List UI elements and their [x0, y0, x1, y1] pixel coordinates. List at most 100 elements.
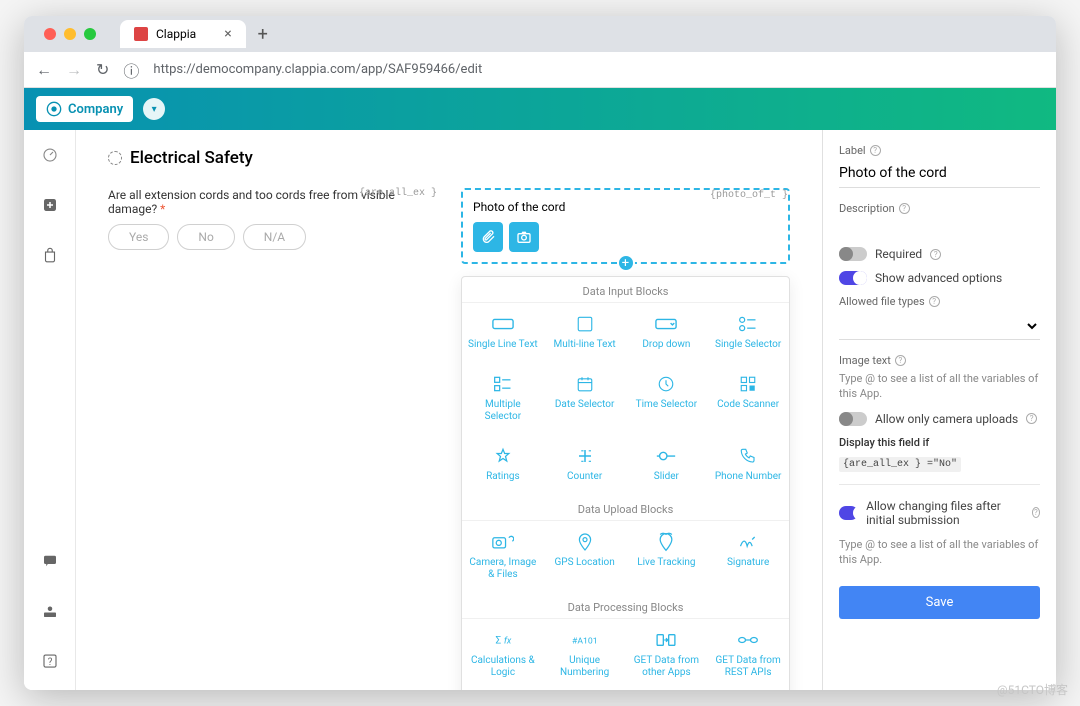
palette-section-title: Data Upload Blocks [462, 495, 789, 521]
palette-item-get-rest-apis[interactable]: GET Data from REST APIs [707, 619, 789, 690]
chevron-down-icon: ▾ [152, 104, 157, 115]
attach-file-button[interactable] [473, 222, 503, 252]
new-tab-button[interactable]: + [258, 24, 268, 45]
option-no[interactable]: No [177, 224, 234, 250]
palette-item-ratings[interactable]: Ratings [462, 435, 544, 495]
section-title: Electrical Safety [108, 148, 790, 168]
palette-item-signature[interactable]: Signature [707, 521, 789, 593]
properties-panel: Label? Description? Required ? Show adva… [822, 130, 1056, 690]
palette-item-calculations-logic[interactable]: ΣfxCalculations & Logic [462, 619, 544, 690]
allow-change-toggle-row[interactable]: Allow changing files after initial submi… [839, 499, 1040, 527]
ratings-icon [466, 445, 540, 467]
palette-item-unique-numbering[interactable]: #A101Unique Numbering [544, 619, 626, 690]
site-info-icon[interactable]: ⓘ [123, 58, 139, 82]
advanced-toggle-row[interactable]: Show advanced options [839, 271, 1040, 285]
help-icon[interactable]: ? [930, 249, 941, 260]
display-if-value: {are_all_ex } ="No" [839, 457, 961, 472]
label-heading: Label? [839, 144, 1040, 157]
company-label: Company [68, 102, 123, 117]
palette-item-drop-down[interactable]: Drop down [626, 303, 708, 363]
help-icon[interactable]: ? [1026, 413, 1037, 424]
palette-item-code-scanner[interactable]: Code Scanner [707, 363, 789, 435]
window-maximize-icon[interactable] [84, 28, 96, 40]
browser-tab-strip: Clappia × + [24, 16, 1056, 52]
option-yes[interactable]: Yes [108, 224, 169, 250]
watermark: @51CTO博客 [997, 681, 1068, 698]
palette-item-label: Date Selector [548, 399, 622, 411]
selected-field-card[interactable]: {photo_of_t } Photo of the cord + [461, 188, 790, 264]
only-camera-toggle-row[interactable]: Allow only camera uploads ? [839, 412, 1040, 426]
multiple-selector-icon [466, 373, 540, 395]
palette-item-multiple-selector[interactable]: Multiple Selector [462, 363, 544, 435]
option-na[interactable]: N/A [243, 224, 306, 250]
palette-item-date-selector[interactable]: Date Selector [544, 363, 626, 435]
main-content: Electrical Safety {are_all_ex } Are all … [76, 130, 822, 690]
help-icon[interactable]: ? [899, 203, 910, 214]
palette-item-phone-number[interactable]: Phone Number [707, 435, 789, 495]
single-line-text-icon [466, 313, 540, 335]
field-cords-damage[interactable]: {are_all_ex } Are all extension cords an… [108, 188, 437, 690]
palette-item-label: Single Selector [711, 339, 785, 351]
browser-tab[interactable]: Clappia × [120, 20, 246, 48]
nav-user-icon[interactable] [40, 602, 60, 624]
blocks-palette: Data Input BlocksSingle Line TextMulti-l… [461, 276, 790, 690]
display-if-heading: Display this field if [839, 436, 1040, 449]
help-icon[interactable]: ? [929, 296, 940, 307]
company-badge[interactable]: Company [36, 96, 133, 122]
palette-item-camera-image-files[interactable]: Camera, Image & Files [462, 521, 544, 593]
palette-item-single-selector[interactable]: Single Selector [707, 303, 789, 363]
address-bar[interactable]: https://democompany.clappia.com/app/SAF9… [153, 62, 1044, 77]
favicon-icon [134, 27, 148, 41]
help-icon[interactable]: ? [895, 355, 906, 366]
tab-close-icon[interactable]: × [224, 26, 231, 42]
palette-item-live-tracking[interactable]: Live Tracking [626, 521, 708, 593]
header-dropdown[interactable]: ▾ [143, 98, 165, 120]
svg-text:fx: fx [504, 636, 512, 646]
palette-item-get-other-apps[interactable]: GET Data from other Apps [626, 619, 708, 690]
palette-item-single-line-text[interactable]: Single Line Text [462, 303, 544, 363]
palette-item-label: GPS Location [548, 557, 622, 569]
time-selector-icon [630, 373, 704, 395]
multi-line-text-icon [548, 313, 622, 335]
camera-button[interactable] [509, 222, 539, 252]
save-button[interactable]: Save [839, 586, 1040, 619]
browser-toolbar: ← → ↻ ⓘ https://democompany.clappia.com/… [24, 52, 1056, 88]
section-toggle-icon[interactable] [108, 151, 122, 165]
help-icon[interactable]: ? [1032, 507, 1040, 518]
nav-add-icon[interactable] [40, 196, 60, 218]
nav-reload-icon[interactable]: ↻ [96, 60, 109, 79]
sidebar-nav: ? [24, 130, 76, 690]
allowed-types-select[interactable] [839, 312, 1040, 340]
palette-item-multi-line-text[interactable]: Multi-line Text [544, 303, 626, 363]
calculations-logic-icon: Σfx [466, 629, 540, 651]
field-tag: {are_all_ex } [359, 188, 437, 199]
live-tracking-icon [630, 531, 704, 553]
section-title-text: Electrical Safety [130, 148, 253, 168]
palette-item-label: Time Selector [630, 399, 704, 411]
palette-section-title: Data Input Blocks [462, 277, 789, 303]
palette-item-counter[interactable]: Counter [544, 435, 626, 495]
palette-item-time-selector[interactable]: Time Selector [626, 363, 708, 435]
image-text-hint: Type @ to see a list of all the variable… [839, 371, 1040, 402]
palette-item-label: Multiple Selector [466, 399, 540, 423]
target-icon [46, 101, 62, 117]
required-toggle-row[interactable]: Required ? [839, 247, 1040, 261]
add-block-below-button[interactable]: + [617, 254, 635, 272]
window-close-icon[interactable] [44, 28, 56, 40]
help-icon[interactable]: ? [870, 145, 881, 156]
nav-help-icon[interactable]: ? [40, 652, 60, 674]
nav-bag-icon[interactable] [40, 246, 60, 268]
nav-chat-icon[interactable] [40, 552, 60, 574]
nav-forward-icon[interactable]: → [66, 60, 82, 80]
palette-item-slider[interactable]: Slider [626, 435, 708, 495]
palette-item-gps-location[interactable]: GPS Location [544, 521, 626, 593]
advanced-label: Show advanced options [875, 271, 1002, 285]
palette-item-label: Code Scanner [711, 399, 785, 411]
code-scanner-icon [711, 373, 785, 395]
window-minimize-icon[interactable] [64, 28, 76, 40]
palette-item-label: Live Tracking [630, 557, 704, 569]
label-input[interactable] [839, 161, 1040, 188]
date-selector-icon [548, 373, 622, 395]
nav-back-icon[interactable]: ← [36, 60, 52, 80]
nav-dashboard-icon[interactable] [40, 146, 60, 168]
